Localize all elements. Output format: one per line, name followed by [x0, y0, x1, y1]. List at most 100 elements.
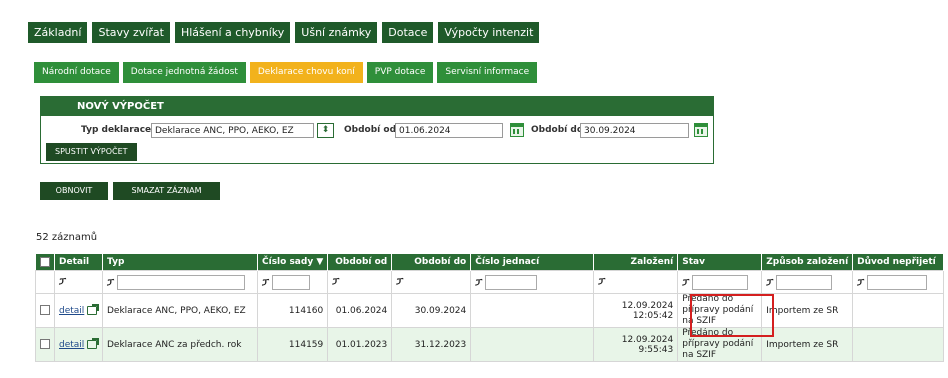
table-row[interactable]: detail Deklarace ANC, PPO, AEKO, EZ 1141…	[35, 293, 945, 328]
filter-stav-input[interactable]	[692, 274, 749, 290]
record-count: 52 záznamů	[36, 232, 98, 243]
col-typ[interactable]: Typ	[102, 254, 258, 271]
col-cislo-sady[interactable]: Číslo sady ▼	[257, 254, 329, 271]
zalozeni-cell: 12.09.2024 9:55:43	[593, 327, 679, 362]
from-label: Období od	[344, 125, 397, 135]
col-stav[interactable]: Stav	[677, 254, 763, 271]
cislo-jednaci-cell	[470, 293, 595, 328]
filter-cell: ፓ	[391, 270, 472, 294]
new-calculation-panel: NOVÝ VÝPOČET Typ deklarace Deklarace ANC…	[40, 96, 714, 164]
funnel-icon[interactable]: ፓ	[475, 278, 482, 288]
tab-usni-znamky[interactable]: Ušní známky	[295, 22, 378, 43]
detail-cell: detail	[54, 327, 103, 362]
col-duvod-neprijeti[interactable]: Důvod nepřijetí	[852, 254, 945, 271]
filter-cell: ፓ	[677, 270, 763, 294]
obdobi-do-cell: 30.09.2024	[391, 293, 472, 328]
filter-row: ፓ ፓ ፓ ፓ ፓ ፓ ፓ ፓ ፓ ፓ	[35, 270, 945, 294]
to-label: Období do	[531, 125, 584, 135]
row-checkbox[interactable]	[40, 305, 50, 316]
detail-link[interactable]: detail	[59, 306, 84, 316]
select-all-checkbox[interactable]	[39, 256, 50, 267]
filter-cell: ፓ	[54, 270, 103, 294]
col-detail[interactable]: Detail	[54, 254, 103, 271]
zpusob-cell: Importem ze SR	[761, 327, 854, 362]
col-zpusob-zalozeni[interactable]: Způsob založení	[761, 254, 854, 271]
funnel-icon[interactable]: ፓ	[59, 277, 66, 287]
filter-cislo-jednaci-input[interactable]	[485, 274, 538, 290]
obdobi-od-cell: 01.01.2023	[327, 327, 393, 362]
funnel-icon[interactable]: ፓ	[598, 277, 605, 287]
main-nav: Základní Stavy zvířat Hlášení a chybníky…	[28, 22, 540, 43]
row-select-cell	[35, 293, 55, 328]
tab-zakladni[interactable]: Základní	[28, 22, 88, 43]
tab-stavy-zvirat[interactable]: Stavy zvířat	[92, 22, 170, 43]
stav-cell: Předáno do přípravy podání na SZIF	[677, 293, 763, 328]
filter-typ-input[interactable]	[117, 274, 245, 290]
funnel-icon[interactable]: ፓ	[332, 277, 339, 287]
funnel-icon[interactable]: ፓ	[766, 278, 773, 288]
filter-cell: ፓ	[327, 270, 393, 294]
filter-cell: ፓ	[470, 270, 595, 294]
col-obdobi-od[interactable]: Období od	[327, 254, 393, 271]
external-link-icon[interactable]	[87, 337, 100, 349]
funnel-icon[interactable]: ፓ	[262, 278, 269, 288]
run-calculation-button[interactable]: SPUSTIT VÝPOČET	[46, 143, 137, 161]
duvod-cell	[852, 327, 945, 362]
obdobi-do-cell: 31.12.2023	[391, 327, 472, 362]
table-row[interactable]: detail Deklarace ANC za předch. rok 1141…	[35, 327, 945, 362]
calendar-icon[interactable]	[510, 123, 524, 137]
duvod-cell	[852, 293, 945, 328]
row-checkbox[interactable]	[40, 339, 50, 350]
filter-zpusob-input[interactable]	[776, 274, 833, 290]
type-select[interactable]: Deklarace ANC, PPO, AEKO, EZ	[151, 123, 314, 138]
subtab-pvp-dotace[interactable]: PVP dotace	[366, 62, 434, 83]
detail-cell: detail	[54, 293, 103, 328]
header-row: Detail Typ Číslo sady ▼ Období od Období…	[35, 254, 945, 271]
filter-cell: ፓ	[102, 270, 258, 294]
filter-cell: ፓ	[256, 270, 329, 294]
tab-vypocty[interactable]: Výpočty intenzit	[438, 22, 540, 43]
subtab-dotace-jz[interactable]: Dotace jednotná žádost	[122, 62, 246, 83]
to-date-input[interactable]: 30.09.2024	[580, 123, 689, 138]
row-select-cell	[35, 327, 55, 362]
delete-record-button[interactable]: SMAZAT ZÁZNAM	[113, 182, 220, 200]
refresh-button[interactable]: OBNOVIT	[40, 182, 108, 200]
typ-cell: Deklarace ANC, PPO, AEKO, EZ	[102, 293, 258, 328]
zpusob-cell: Importem ze SR	[761, 293, 854, 328]
type-label: Typ deklarace	[81, 125, 152, 135]
filter-cell	[35, 270, 55, 294]
filter-cell: ፓ	[593, 270, 679, 294]
filter-cell: ፓ	[852, 270, 945, 294]
funnel-icon[interactable]: ፓ	[107, 278, 114, 288]
stav-cell: Předáno do přípravy podání na SZIF	[677, 327, 763, 362]
funnel-icon[interactable]: ፓ	[396, 277, 403, 287]
tab-dotace[interactable]: Dotace	[382, 22, 434, 43]
filter-duvod-input[interactable]	[867, 274, 928, 290]
subtab-deklarace-koni[interactable]: Deklarace chovu koní	[249, 62, 363, 83]
detail-link[interactable]: detail	[59, 340, 84, 350]
cislo-jednaci-cell	[470, 327, 595, 362]
tab-hlaseni[interactable]: Hlášení a chybníky	[174, 22, 291, 43]
results-table: Detail Typ Číslo sady ▼ Období od Období…	[35, 254, 945, 362]
col-zalozeni[interactable]: Založení	[593, 254, 679, 271]
select-all-cell	[35, 254, 55, 271]
zalozeni-cell: 12.09.2024 12:05:42	[593, 293, 679, 328]
col-obdobi-do[interactable]: Období do	[391, 254, 472, 271]
funnel-icon[interactable]: ፓ	[682, 278, 689, 288]
cislo-sady-cell: 114160	[256, 293, 329, 328]
select-toggle-icon[interactable]: ⬍	[317, 123, 334, 138]
subtab-narodni-dotace[interactable]: Národní dotace	[34, 62, 119, 83]
panel-title: NOVÝ VÝPOČET	[41, 97, 713, 116]
external-link-icon[interactable]	[87, 303, 100, 315]
filter-cislo-sady-input[interactable]	[272, 274, 310, 290]
from-date-input[interactable]: 01.06.2024	[395, 123, 503, 138]
filter-cell: ፓ	[761, 270, 854, 294]
funnel-icon[interactable]: ፓ	[857, 278, 864, 288]
subtab-servisni-info[interactable]: Servisní informace	[437, 62, 538, 83]
cislo-sady-cell: 114159	[256, 327, 329, 362]
col-cislo-jednaci[interactable]: Číslo jednací	[470, 254, 595, 271]
calendar-icon[interactable]	[694, 123, 708, 137]
obdobi-od-cell: 01.06.2024	[327, 293, 393, 328]
typ-cell: Deklarace ANC za předch. rok	[102, 327, 258, 362]
sub-nav: Národní dotace Dotace jednotná žádost De…	[34, 62, 538, 83]
